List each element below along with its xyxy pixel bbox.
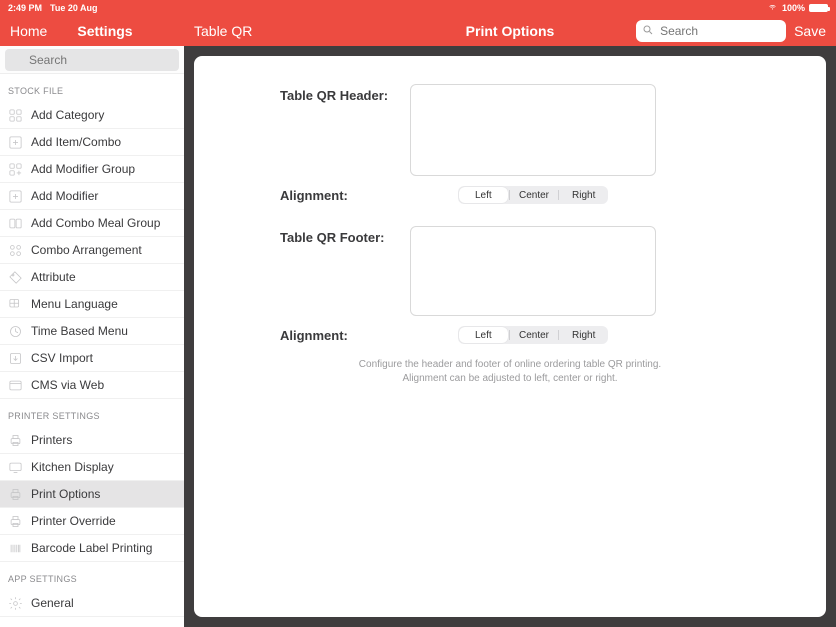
wifi-icon xyxy=(767,2,778,13)
sidebar-item-csv-import[interactable]: CSV Import xyxy=(0,345,184,372)
sidebar-item-label: Add Combo Meal Group xyxy=(31,216,160,230)
sidebar-item-label: Add Category xyxy=(31,108,104,122)
segmented-alignment-footer: Left Center Right xyxy=(458,326,608,344)
sidebar-item-barcode-label-printing[interactable]: Barcode Label Printing xyxy=(0,535,184,562)
input-qr-header[interactable] xyxy=(410,84,656,176)
label-alignment-header: Alignment: xyxy=(230,188,410,203)
gear-icon xyxy=(8,596,23,611)
sidebar-item-label: General xyxy=(31,596,74,610)
label-qr-header: Table QR Header: xyxy=(230,84,410,103)
sidebar-item-add-combo-meal-group[interactable]: Add Combo Meal Group xyxy=(0,210,184,237)
sidebar-item-general[interactable]: General xyxy=(0,590,184,617)
plus-square-icon xyxy=(8,189,23,204)
language-icon xyxy=(8,297,23,312)
sidebar-item-label: Printer Override xyxy=(31,514,116,528)
status-battery-text: 100% xyxy=(782,3,805,13)
right-pane: 100% Table QR Print Options Save Table Q… xyxy=(184,0,836,627)
left-pane: 2:49 PM Tue 20 Aug Home Settings STOCK F… xyxy=(0,0,184,627)
sidebar-item-cms-via-web[interactable]: CMS via Web xyxy=(0,372,184,399)
printer-icon xyxy=(8,433,23,448)
help-text: Configure the header and footer of onlin… xyxy=(230,358,790,386)
sidebar-item-add-item-combo[interactable]: Add Item/Combo xyxy=(0,129,184,156)
override-icon xyxy=(8,514,23,529)
save-button[interactable]: Save xyxy=(794,23,826,39)
sidebar-item-time-based-menu[interactable]: Time Based Menu xyxy=(0,318,184,345)
sidebar-item-printer-override[interactable]: Printer Override xyxy=(0,508,184,535)
sidebar-item-print-options[interactable]: Print Options xyxy=(0,481,184,508)
search-icon xyxy=(642,23,654,39)
sidebar-item-label: Add Modifier xyxy=(31,189,98,203)
sidebar-item-label: Printers xyxy=(31,433,72,447)
segmented-alignment-header: Left Center Right xyxy=(458,186,608,204)
sidebar-item-label: Kitchen Display xyxy=(31,460,114,474)
sidebar-item-menu-language[interactable]: Menu Language xyxy=(0,291,184,318)
sidebar-item-label: Add Modifier Group xyxy=(31,162,135,176)
breadcrumb-table-qr[interactable]: Table QR xyxy=(194,23,252,39)
settings-title: Settings xyxy=(77,23,132,39)
sidebar-item-add-modifier-group[interactable]: Add Modifier Group xyxy=(0,156,184,183)
sidebar-item-label: CMS via Web xyxy=(31,378,104,392)
sidebar-item-printers[interactable]: Printers xyxy=(0,427,184,454)
grid-icon xyxy=(8,108,23,123)
section-printer-settings: PRINTER SETTINGS xyxy=(0,399,184,427)
sidebar-item-label: Combo Arrangement xyxy=(31,243,142,257)
alignment-header-right[interactable]: Right xyxy=(559,186,608,204)
sidebar-item-kitchen-display[interactable]: Kitchen Display xyxy=(0,454,184,481)
status-bar-right: 100% xyxy=(184,0,836,15)
sidebar-item-label: CSV Import xyxy=(31,351,93,365)
sidebar-item-add-modifier[interactable]: Add Modifier xyxy=(0,183,184,210)
alignment-footer-center[interactable]: Center xyxy=(510,326,559,344)
content-backdrop: Table QR Header: Alignment: Left Center … xyxy=(184,46,836,627)
sidebar-item-label: Print Options xyxy=(31,487,100,501)
web-icon xyxy=(8,378,23,393)
print-options-icon xyxy=(8,487,23,502)
page-title: Print Options xyxy=(466,23,555,39)
sidebar-item-label: Attribute xyxy=(31,270,76,284)
import-icon xyxy=(8,351,23,366)
arrangement-icon xyxy=(8,243,23,258)
label-alignment-footer: Alignment: xyxy=(230,328,410,343)
content-card: Table QR Header: Alignment: Left Center … xyxy=(194,56,826,617)
alignment-header-left[interactable]: Left xyxy=(459,187,508,203)
alignment-header-center[interactable]: Center xyxy=(510,186,559,204)
battery-icon xyxy=(809,4,828,12)
section-stock-file: STOCK FILE xyxy=(0,74,184,102)
header-search-input[interactable] xyxy=(636,20,786,42)
sidebar-list: STOCK FILE Add Category Add Item/Combo A… xyxy=(0,74,184,627)
input-qr-footer[interactable] xyxy=(410,226,656,316)
left-header: Home Settings xyxy=(0,15,184,46)
sidebar-item-attribute[interactable]: Attribute xyxy=(0,264,184,291)
sidebar-search-input[interactable] xyxy=(5,49,179,71)
sidebar-item-add-category[interactable]: Add Category xyxy=(0,102,184,129)
alignment-footer-right[interactable]: Right xyxy=(559,326,608,344)
sidebar-item-label: Add Item/Combo xyxy=(31,135,121,149)
sidebar-item-combo-arrangement[interactable]: Combo Arrangement xyxy=(0,237,184,264)
tag-icon xyxy=(8,270,23,285)
status-date: Tue 20 Aug xyxy=(50,3,98,13)
sidebar-item-label: Menu Language xyxy=(31,297,118,311)
plus-square-icon xyxy=(8,135,23,150)
barcode-icon xyxy=(8,541,23,556)
sidebar-item-label: Time Based Menu xyxy=(31,324,128,338)
alignment-footer-left[interactable]: Left xyxy=(459,327,508,343)
section-app-settings: APP SETTINGS xyxy=(0,562,184,590)
right-header: Table QR Print Options Save xyxy=(184,15,836,46)
plus-grid-icon xyxy=(8,162,23,177)
display-icon xyxy=(8,460,23,475)
status-time: 2:49 PM xyxy=(8,3,42,13)
clock-icon xyxy=(8,324,23,339)
combo-icon xyxy=(8,216,23,231)
home-link[interactable]: Home xyxy=(10,23,47,39)
label-qr-footer: Table QR Footer: xyxy=(230,226,410,245)
sidebar-item-label: Barcode Label Printing xyxy=(31,541,152,555)
status-bar-left: 2:49 PM Tue 20 Aug xyxy=(0,0,184,15)
